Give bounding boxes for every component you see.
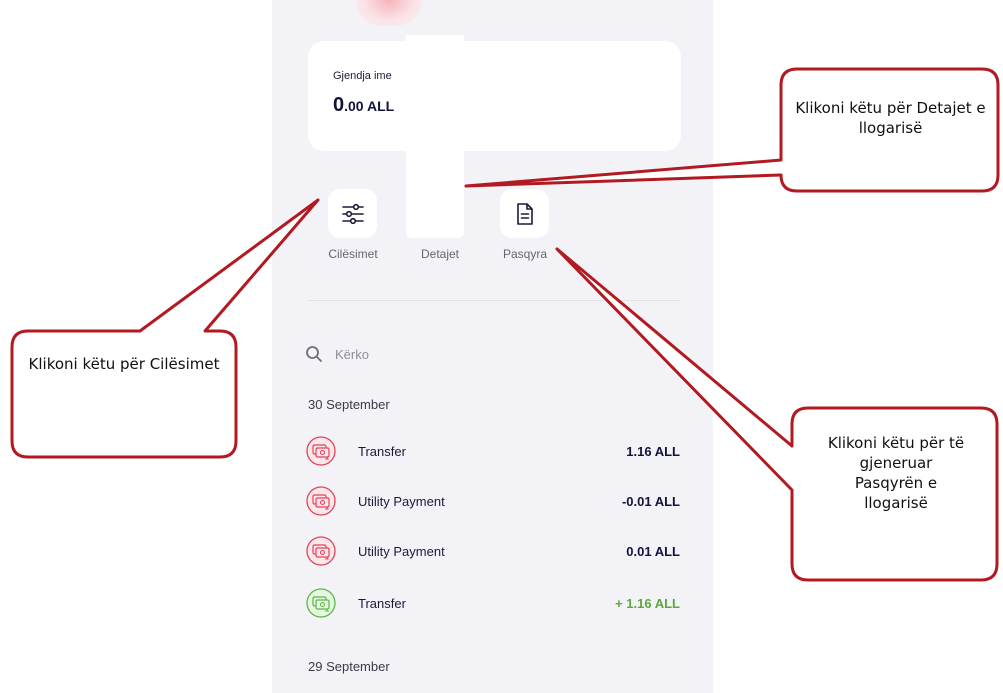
- redaction-overlay: [406, 35, 464, 238]
- date-header: 30 September: [308, 397, 390, 412]
- transaction-amount: 0.01 ALL: [626, 543, 680, 559]
- utility-payment-icon: [306, 486, 336, 516]
- sliders-icon: [341, 203, 364, 224]
- search-icon: [306, 346, 322, 362]
- statement-button[interactable]: [500, 189, 549, 238]
- divider: [308, 300, 681, 301]
- balance-label: Gjendja ime: [333, 70, 392, 82]
- transaction-name: Utility Payment: [358, 543, 445, 559]
- utility-payment-icon: [306, 536, 336, 566]
- transaction-name: Transfer: [358, 443, 406, 459]
- date-header: 29 September: [308, 659, 390, 674]
- transaction-row[interactable]: Transfer + 1.16 ALL: [306, 588, 682, 618]
- statement-label: Pasqyra: [502, 247, 548, 261]
- balance-amount-int: 0: [333, 94, 345, 116]
- transfer-icon: [306, 588, 336, 618]
- document-icon: [516, 202, 533, 225]
- transaction-row[interactable]: Utility Payment 0.01 ALL: [306, 536, 682, 566]
- balance-amount: 0.00 ALL: [333, 94, 394, 117]
- transaction-amount: + 1.16 ALL: [615, 595, 680, 611]
- settings-callout-text: Klikoni këtu për Cilësimet: [28, 355, 220, 373]
- transaction-amount: -0.01 ALL: [621, 493, 680, 509]
- transaction-row[interactable]: Transfer 1.16 ALL: [306, 436, 682, 466]
- settings-button[interactable]: [328, 189, 377, 238]
- transfer-icon: [306, 436, 336, 466]
- statement-callout-text: Klikoni këtu për të gjeneruar Pasqyrën e…: [827, 434, 965, 512]
- details-callout-text: Klikoni këtu për Detajet e llogarisë: [795, 99, 986, 137]
- search-field[interactable]: Kërko: [305, 343, 505, 365]
- transaction-row[interactable]: Utility Payment -0.01 ALL: [306, 486, 682, 516]
- balance-amount-dec: .00 ALL: [344, 98, 395, 114]
- search-placeholder: Kërko: [335, 346, 369, 362]
- transaction-amount: 1.16 ALL: [626, 443, 680, 459]
- transaction-name: Utility Payment: [358, 493, 445, 509]
- settings-label: Cilësimet: [328, 247, 378, 261]
- transaction-name: Transfer: [358, 595, 406, 611]
